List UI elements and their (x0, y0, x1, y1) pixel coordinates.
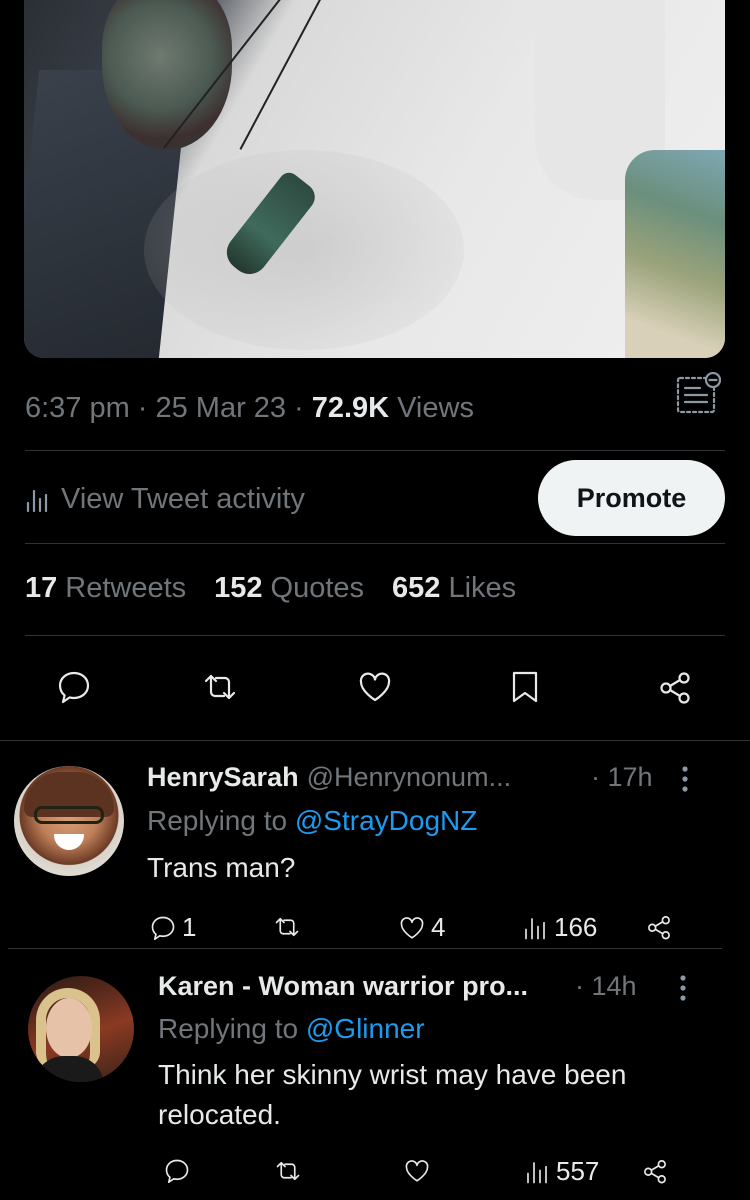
reader-mode-icon[interactable] (674, 372, 722, 416)
more-options-icon[interactable] (678, 764, 692, 794)
like-button[interactable] (352, 664, 398, 710)
view-count: 166 (554, 912, 598, 942)
reply-text: Think her skinny wrist may have been rel… (158, 1059, 627, 1130)
retweets-stat[interactable]: 17 Retweets (25, 572, 186, 605)
like-icon (405, 1160, 429, 1182)
meta-separator: · (137, 391, 148, 424)
divider (0, 740, 750, 741)
retweet-button[interactable] (273, 1156, 303, 1186)
likes-stat[interactable]: 652 Likes (392, 572, 516, 605)
divider (25, 450, 725, 451)
view-tweet-activity-link[interactable]: View Tweet activity (25, 477, 305, 521)
reply-author-name[interactable]: Karen - Woman warrior pro... (158, 971, 528, 1002)
reply-author-name[interactable]: HenrySarah (147, 762, 299, 793)
like-button[interactable] (402, 1156, 432, 1186)
views-button[interactable]: 166 (520, 912, 597, 943)
tweet-meta: 6:37 pm · 25 Mar 23 · 72.9K Views (25, 388, 725, 428)
replying-to: Replying to @Glinner (158, 1013, 425, 1044)
share-icon (644, 1160, 666, 1184)
views-button[interactable]: 557 (522, 1156, 599, 1187)
tweet-time: 6:37 pm (25, 391, 130, 424)
reply-time[interactable]: · 17h (591, 762, 653, 793)
views-label[interactable]: Views (397, 392, 474, 425)
share-button[interactable] (640, 1156, 670, 1186)
avatar[interactable] (28, 976, 134, 1082)
reply-button[interactable] (162, 1156, 192, 1186)
reply-action-bar: 557 (0, 1156, 750, 1192)
divider (25, 635, 725, 636)
views-count[interactable]: 72.9K (312, 392, 389, 425)
retweet-button[interactable] (197, 664, 243, 710)
like-count: 4 (431, 912, 446, 942)
replying-to: Replying to @StrayDogNZ (147, 805, 478, 836)
meta-separator: · (294, 391, 304, 424)
divider (25, 543, 725, 544)
avatar[interactable] (14, 766, 124, 876)
reply-button[interactable]: 1 (148, 912, 196, 943)
activity-label: View Tweet activity (61, 482, 305, 515)
share-button[interactable] (652, 664, 698, 710)
tweet-action-bar (0, 664, 750, 710)
engagement-stats: 17 Retweets 152 Quotes 652 Likes (25, 572, 516, 605)
analytics-icon (26, 489, 48, 513)
share-icon (648, 916, 670, 940)
replying-to-link[interactable]: @Glinner (306, 1013, 425, 1044)
more-options-icon[interactable] (676, 973, 690, 1003)
reply-author-handle[interactable]: @Henrynonum... (307, 762, 512, 793)
reply-action-bar: 1 4 166 (0, 912, 750, 948)
retweet-icon (276, 1161, 300, 1181)
like-icon (359, 672, 391, 702)
reply-time[interactable]: · 14h (575, 971, 637, 1002)
reply-button[interactable] (51, 664, 97, 710)
retweet-button[interactable] (272, 912, 302, 942)
promote-button[interactable]: Promote (538, 460, 725, 536)
share-button[interactable] (644, 912, 674, 942)
reply-count: 1 (182, 912, 197, 942)
reply-icon (151, 916, 175, 940)
bookmark-icon (512, 671, 538, 703)
reply-header: HenrySarah @Henrynonum... (147, 762, 511, 793)
like-button[interactable]: 4 (397, 912, 445, 943)
like-icon (400, 916, 424, 939)
view-count: 557 (556, 1156, 600, 1186)
analytics-icon (527, 1161, 547, 1183)
reply-icon (58, 671, 90, 704)
tweet-date: 25 Mar 23 (155, 391, 287, 424)
bookmark-button[interactable] (502, 664, 548, 710)
divider (8, 948, 722, 949)
reply-icon (165, 1159, 189, 1184)
reply-text: Trans man? (147, 852, 296, 883)
reply-header: Karen - Woman warrior pro... (158, 971, 528, 1002)
analytics-icon (525, 917, 545, 939)
retweet-icon (204, 674, 236, 700)
media-tattooed-forearm (625, 150, 725, 358)
retweet-icon (275, 917, 299, 937)
replying-to-link[interactable]: @StrayDogNZ (295, 805, 477, 836)
share-icon (660, 672, 690, 704)
tweet-media-image[interactable] (24, 0, 725, 358)
quotes-stat[interactable]: 152 Quotes (214, 572, 364, 605)
